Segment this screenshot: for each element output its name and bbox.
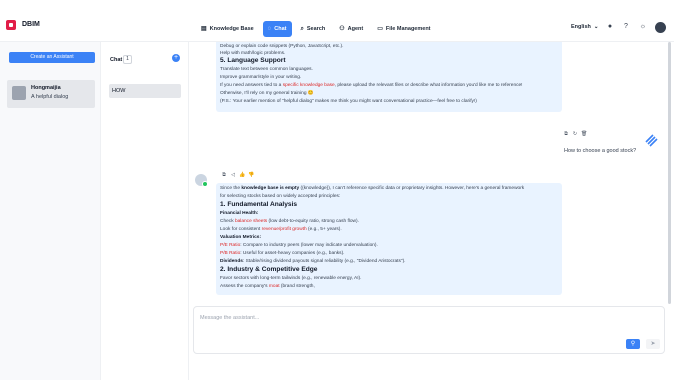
theme-toggle-icon[interactable]: ☼ [638,22,648,32]
main-nav: ▤ Knowledge Base ◌ Chat ⌕ Search ⚇ Agent… [196,21,436,37]
message-line: Favor sectors with long-term tailwinds (… [220,276,362,281]
text-span: : Stable/rising dividend payouts signal … [242,259,406,264]
thumbs-down-icon[interactable]: 👎 [248,172,254,178]
regenerate-icon[interactable]: ↻ [572,131,578,137]
chat-list-panel: Chat 1 + HOW [101,42,189,380]
message-line: Dividends: Stable/rising dividend payout… [220,259,406,264]
user-message-actions: ⧉ ↻ 🗑 [563,131,587,137]
tab-agent[interactable]: ⚇ Agent [334,21,368,37]
message-line: Otherwise, I'll rely on my general train… [220,91,314,96]
chat-count-badge: 1 [123,55,132,64]
copy-icon[interactable]: ⧉ [563,131,569,137]
message-line: Assess the company's moat (brand strengt… [220,284,315,289]
tab-label: Knowledge Base [209,26,254,32]
github-icon[interactable]: ● [605,22,615,32]
tab-label: Agent [347,26,364,32]
message-line: Help with math/logic problems. [220,51,286,56]
speaker-icon[interactable]: ◁ [230,172,236,178]
chat-main: Debug or explain code snippets (Python, … [189,42,674,380]
text-span: ({knowledge}), I can't reference specifi… [299,186,525,191]
chat-list-title: Chat [110,57,123,63]
message-heading: 1. Fundamental Analysis [220,201,298,208]
assistant-avatar [195,174,208,187]
text-span: (brand strength, [279,284,315,289]
assistant-name: Hongmaijia [31,85,61,91]
message-line: Debug or explain code snippets (Python, … [220,44,344,49]
text-span: Since the [220,186,242,191]
copy-icon[interactable]: ⧉ [221,172,227,178]
text-span: Check [220,219,235,224]
attach-file-button[interactable]: ⚲ [626,339,640,349]
message-input[interactable] [200,312,620,324]
assistant-message-bubble: Debug or explain code snippets (Python, … [216,42,562,112]
text-span: If you need answers tied to a [220,83,282,88]
help-icon[interactable]: ? [621,22,631,32]
add-chat-button[interactable]: + [172,54,180,62]
bold-text: knowledge base is empty [241,186,300,191]
chat-icon: ◌ [267,26,272,32]
message-line: Translate text between common languages. [220,67,313,72]
language-selector[interactable]: English ⌄ [571,24,598,30]
text-span: Look for consistent [220,227,262,232]
language-label: English [571,24,591,30]
message-line: If you need answers tied to a specific k… [220,83,523,88]
chevron-down-icon: ⌄ [593,24,599,30]
assistant-sidebar: Create an Assistant Hongmaijia A helpful… [0,42,101,380]
delete-icon[interactable]: 🗑 [581,131,587,137]
highlight-text: P/B Ratio [220,251,241,256]
chat-scrollbar[interactable] [668,42,671,304]
search-icon: ⌕ [300,26,304,32]
send-button[interactable]: ➤ [646,339,660,349]
message-heading: 2. Industry & Competitive Edge [220,266,318,273]
highlight-text: balance sheets [234,219,268,224]
user-message-avatar [645,134,658,147]
assistant-message-actions: ⧉ ◁ 👍 👎 [221,172,254,178]
assistant-avatar [12,86,26,100]
tab-file-management[interactable]: ▭ File Management [372,21,435,37]
assistant-message-bubble: Since the knowledge base is empty ({know… [216,183,562,295]
tab-label: Search [306,26,326,32]
user-message: How to choose a good stock? [564,148,637,154]
app-logo [6,20,16,30]
message-line: Since the knowledge base is empty ({know… [220,186,524,191]
highlight-text: P/E Ratio [220,243,241,248]
message-line: for selecting stocks based on widely acc… [220,194,341,199]
text-span: (low debt-to-equity ratio, strong cash f… [267,219,359,224]
message-line: P/B Ratio: Useful for asset-heavy compan… [220,251,345,256]
top-bar: DBIM ▤ Knowledge Base ◌ Chat ⌕ Search ⚇ … [0,0,674,42]
assistant-description: A helpful dialog [31,94,69,100]
create-assistant-button[interactable]: Create an Assistant [9,52,95,63]
text-span: : Useful for asset-heavy companies (e.g.… [240,251,345,256]
tab-label: Chat [274,26,287,32]
message-line: Improve grammar/style in your writing. [220,75,302,80]
message-line: Financial Health: [220,211,259,216]
tab-chat[interactable]: ◌ Chat [262,21,292,37]
message-line: Check balance sheets (low debt-to-equity… [220,219,359,224]
agent-icon: ⚇ [339,26,345,32]
thumbs-up-icon[interactable]: 👍 [239,172,245,178]
message-line: (P.S.: Your earlier mention of "helpful … [220,99,477,104]
message-line: P/E Ratio: Compare to industry peers (lo… [220,243,378,248]
assistant-card[interactable]: Hongmaijia A helpful dialog [7,80,95,108]
bold-text: Dividends [220,259,243,264]
app-name: DBIM [22,21,40,28]
message-heading: 5. Language Support [220,57,286,64]
text-span: Assess the company's [220,284,269,289]
text-span: (e.g., 5+ years). [306,227,342,232]
folder-icon: ▭ [377,26,383,32]
highlight-text: moat [268,284,280,289]
highlight-text: revenue/profit growth [261,227,307,232]
message-line: Valuation Metrics: [220,235,262,240]
book-icon: ▤ [201,26,207,32]
chat-list-item[interactable]: HOW [109,84,181,98]
highlight-text: specific knowledge base [282,83,335,88]
tab-label: File Management [385,26,431,32]
text-span: : Compare to industry peers (lower may i… [240,243,378,248]
message-composer: ⚲ ➤ [193,306,665,354]
user-avatar[interactable] [655,22,666,33]
text-span: , please upload the relevant files or de… [334,83,523,88]
message-line: Look for consistent revenue/profit growt… [220,227,342,232]
tab-knowledge-base[interactable]: ▤ Knowledge Base [196,21,259,37]
tab-search[interactable]: ⌕ Search [296,21,331,37]
